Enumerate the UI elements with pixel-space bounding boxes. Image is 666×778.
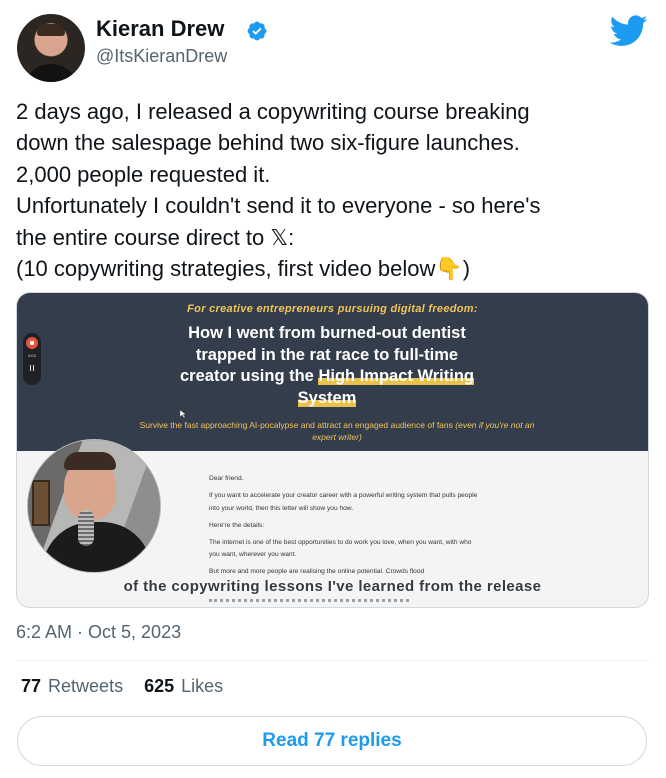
wall-picture [32,480,50,526]
tweet-line: 2,000 people requested it. [16,161,271,187]
headline-highlight: High Impact Writing [318,367,474,385]
cut-off-text [209,599,409,603]
avatar-hair [37,24,65,36]
letter-paragraph: The internet is one of the best opportun… [209,538,472,559]
retweets-label[interactable]: Retweets [48,676,123,696]
video-caption: of the copywriting lessons I've learned … [123,578,542,595]
twitter-bird-icon[interactable] [610,15,648,47]
tweet-line: 2 days ago, I released a copywriting cou… [16,99,530,124]
hero-eyebrow: For creative entrepreneurs pursuing digi… [187,303,478,315]
tweet-line: (10 copywriting strategies, first video … [16,256,471,282]
retweets-count[interactable]: 77 [21,676,41,696]
headline-highlight: System [297,388,357,407]
headline-line: trapped in the rat race to full-time [195,345,459,364]
sales-letter: Dear friend. If you want to accelerate y… [209,473,479,583]
screen-recorder-widget[interactable]: 0:03 [23,333,41,385]
hero-headline: How I went from burned-out dentist trapp… [137,323,517,409]
tweet-text: 2 days ago, I released a copywriting cou… [16,96,646,284]
verified-badge-icon [247,21,267,41]
hero-subheadline: Survive the fast approaching AI-pocalyps… [127,419,547,443]
author-handle[interactable]: @ItsKieranDrew [96,46,227,67]
letter-paragraph: Here're the details: [209,521,265,529]
engagement-stats: 77 Retweets 625 Likes [21,676,244,697]
read-replies-button[interactable]: Read 77 replies [17,716,647,766]
headline-line: creator using the [180,367,319,385]
pause-icon[interactable] [30,365,34,371]
speaker-hair [64,452,116,470]
subheadline-text: Survive the fast approaching AI-pocalyps… [139,420,456,430]
microphone-icon [78,510,94,546]
author-name[interactable]: Kieran Drew [96,16,224,42]
recorder-time: 0:03 [28,353,36,358]
mouse-cursor-icon [180,410,186,418]
salespage-hero: For creative entrepreneurs pursuing digi… [17,293,648,451]
likes-label[interactable]: Likes [181,676,223,696]
tweet-line: down the salespage behind two six-figure… [16,130,520,156]
divider [16,660,649,661]
tweet-video[interactable]: For creative entrepreneurs pursuing digi… [16,292,649,608]
letter-paragraph: Dear friend. [209,475,244,482]
letter-paragraph: If you want to accelerate your creator c… [209,492,478,512]
author-avatar[interactable] [17,14,85,82]
headline-line: How I went from burned-out dentist [188,324,466,342]
stop-record-icon[interactable] [26,337,38,349]
likes-count[interactable]: 625 [144,676,174,696]
tweet-line: Unfortunately I couldn't send it to ever… [16,193,541,219]
letter-paragraph: But more and more people are realising t… [209,568,425,575]
webcam-bubble [27,439,161,573]
tweet-line: the entire course direct to 𝕏: [16,224,295,250]
tweet-timestamp[interactable]: 6:2 AM · Oct 5, 2023 [16,622,181,643]
avatar-shirt [23,64,79,82]
